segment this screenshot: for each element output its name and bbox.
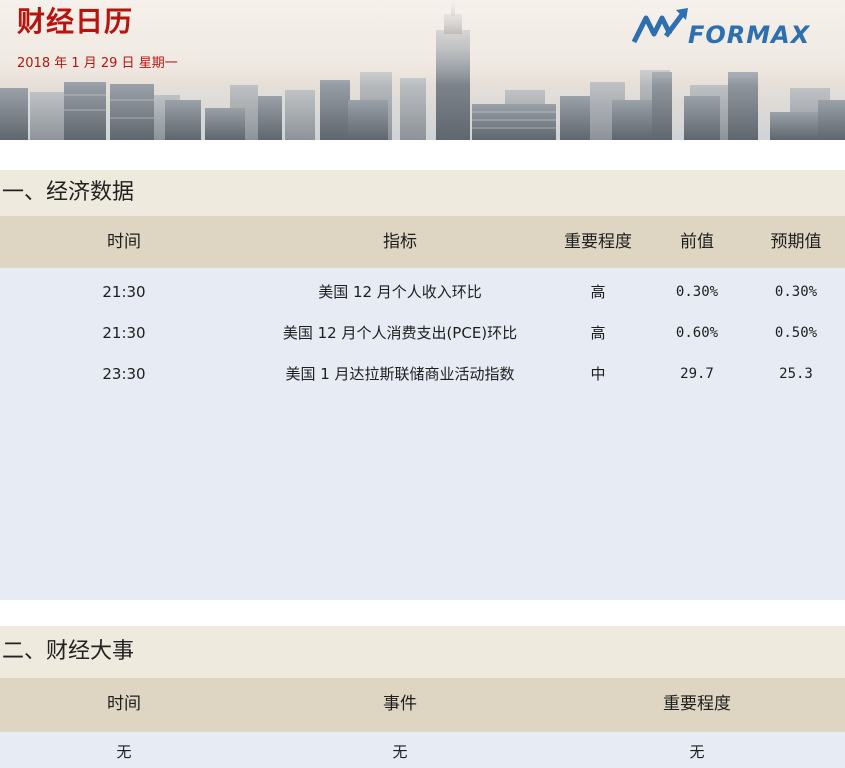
financial-events-section-title: 二、财经大事 [0, 626, 845, 678]
cell-time: 21:30 [102, 324, 146, 342]
table-row: 21:30 美国 12 月个人收入环比 高 0.30% 0.30% [0, 272, 845, 312]
cell-previous: 29.7 [680, 366, 714, 382]
header-banner: 财经日历 2018 年 1 月 29 日 星期一 FORMAX [0, 0, 845, 140]
financial-events-table-body: 无 无 无 [0, 732, 845, 768]
cell-importance: 高 [590, 283, 606, 301]
formax-logo: FORMAX [632, 6, 812, 49]
economic-data-table-header: 时间 指标 重要程度 前值 预期值 [0, 216, 845, 268]
column-header-forecast: 预期值 [770, 232, 822, 252]
column-header-importance: 重要程度 [564, 232, 632, 252]
formax-logo-text: FORMAX [688, 21, 811, 49]
cell-time: 无 [116, 743, 132, 761]
cell-indicator: 美国 12 月个人收入环比 [318, 283, 482, 301]
column-header-indicator: 指标 [383, 232, 417, 252]
cell-time: 21:30 [102, 283, 146, 301]
cell-indicator: 美国 12 月个人消费支出(PCE)环比 [282, 324, 518, 342]
cell-event: 无 [392, 743, 408, 761]
cell-importance: 中 [590, 365, 606, 383]
column-header-time: 时间 [107, 232, 141, 252]
cell-time: 23:30 [102, 365, 146, 383]
column-header-event: 事件 [383, 694, 417, 714]
financial-events-table-header: 时间 事件 重要程度 [0, 678, 845, 732]
page-date: 2018 年 1 月 29 日 星期一 [17, 56, 178, 71]
cell-forecast: 0.50% [774, 325, 818, 341]
column-header-time: 时间 [107, 694, 141, 714]
torn-paper-edge [0, 140, 845, 170]
column-header-previous: 前值 [680, 232, 714, 252]
page-title: 财经日历 [17, 5, 134, 38]
economic-data-table-body: 21:30 美国 12 月个人收入环比 高 0.30% 0.30% 21:30 … [0, 268, 845, 600]
cell-forecast: 0.30% [774, 284, 818, 300]
economic-data-section-title: 一、经济数据 [0, 170, 845, 216]
cell-importance: 高 [590, 324, 606, 342]
cell-forecast: 25.3 [779, 366, 813, 382]
cell-indicator: 美国 1 月达拉斯联储商业活动指数 [285, 365, 515, 383]
cell-previous: 0.30% [675, 284, 719, 300]
table-row: 23:30 美国 1 月达拉斯联储商业活动指数 中 29.7 25.3 [0, 354, 845, 394]
formax-logo-icon [632, 8, 688, 44]
column-header-importance: 重要程度 [663, 694, 731, 714]
table-row: 21:30 美国 12 月个人消费支出(PCE)环比 高 0.60% 0.50% [0, 313, 845, 353]
cell-importance: 无 [689, 743, 705, 761]
torn-paper-edge [0, 600, 845, 626]
cell-previous: 0.60% [675, 325, 719, 341]
